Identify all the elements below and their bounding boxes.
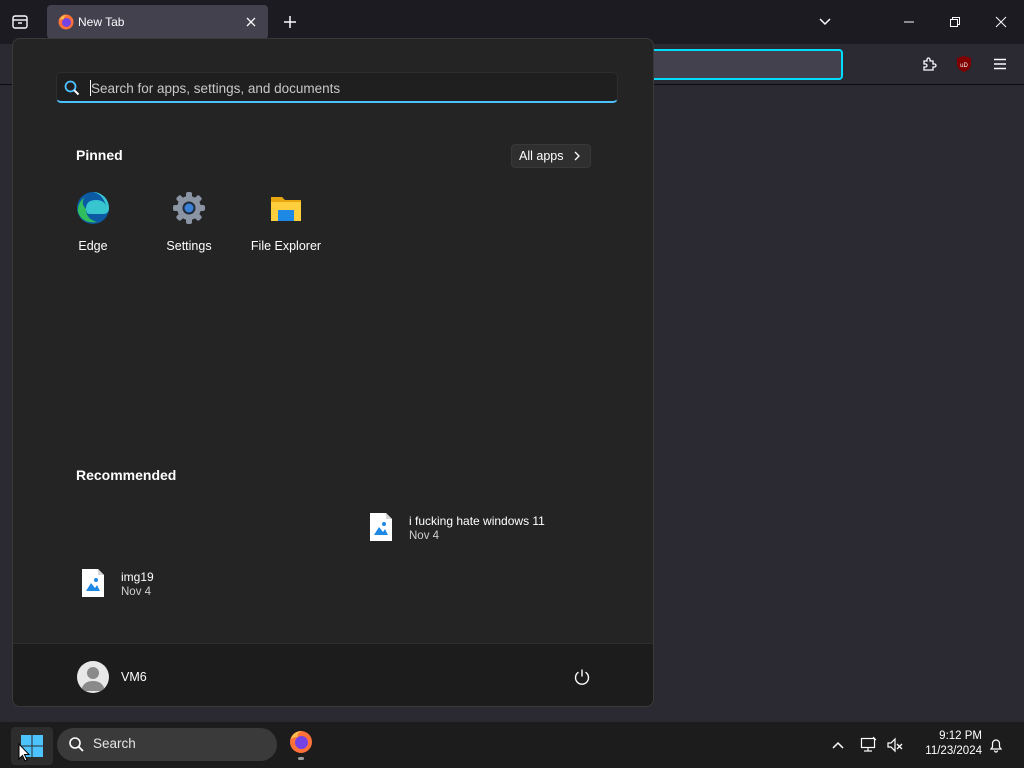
pinned-app-file-explorer[interactable]: File Explorer [241,189,331,259]
taskbar-app-firefox[interactable] [285,727,317,763]
notifications-button[interactable] [985,734,1007,756]
chevron-right-icon [574,151,580,161]
clock-date: 11/23/2024 [925,745,982,757]
all-apps-button[interactable]: All apps [511,144,591,168]
power-button[interactable] [570,665,594,689]
user-icon [81,667,105,691]
bell-icon [989,739,1003,753]
minimize-icon [904,21,914,23]
volume-button[interactable] [884,734,906,756]
list-all-tabs-button[interactable] [815,12,835,32]
firefox-icon [58,14,74,30]
chevron-down-icon [819,18,831,26]
pinned-heading: Pinned [76,147,123,163]
pinned-app-settings[interactable]: Settings [144,189,234,259]
close-icon [995,16,1007,28]
taskbar-search[interactable]: Search [57,728,277,761]
running-indicator [298,757,304,760]
pinned-app-label: File Explorer [250,239,322,253]
pinned-app-edge[interactable]: Edge [48,189,138,259]
firefox-view-button[interactable] [8,10,32,34]
start-search-input[interactable] [91,77,591,99]
firefox-view-icon [12,15,28,29]
hamburger-menu-icon [994,58,1006,70]
network-icon [860,736,877,752]
ublock-origin-button[interactable]: uD [952,52,976,76]
close-window-button[interactable] [989,10,1013,34]
extensions-button[interactable] [917,52,941,76]
recommended-item[interactable]: img19 Nov 4 [81,565,351,609]
ublock-label: uD [960,63,968,69]
close-icon [246,17,256,27]
pinned-app-label: Settings [166,239,212,253]
minimize-button[interactable] [897,10,921,34]
image-file-icon [82,569,104,597]
firefox-icon [290,731,312,753]
image-file-icon [370,513,392,541]
settings-gear-icon [173,192,205,224]
start-menu-footer: VM6 [13,643,653,706]
url-bar[interactable] [640,49,843,80]
recommended-item[interactable]: i fucking hate windows 11 Nov 4 [369,509,639,553]
recommended-item-time: Nov 4 [121,586,152,598]
all-apps-label: All apps [519,149,564,163]
recommended-item-name: img19 [121,570,154,584]
tab-title: New Tab [78,15,125,29]
recommended-item-name: i fucking hate windows 11 [409,514,545,528]
extensions-icon [923,57,937,71]
user-name[interactable]: VM6 [121,670,147,684]
start-search-box[interactable] [56,72,618,103]
plus-icon [284,16,296,28]
browser-tab[interactable]: New Tab [47,5,268,39]
recommended-item-time: Nov 4 [409,530,440,542]
taskbar: Search 9:12 PM 11/23/2024 [0,721,1024,768]
search-icon [64,80,80,96]
search-icon [69,737,84,752]
power-icon [574,669,590,685]
app-menu-button[interactable] [988,52,1012,76]
user-avatar[interactable] [77,661,109,693]
pinned-app-label: Edge [78,239,108,253]
restore-icon [950,17,960,27]
network-button[interactable] [858,734,880,756]
start-menu: Pinned All apps Edge Settings [12,38,654,707]
folder-icon [271,197,301,221]
show-hidden-icons-button[interactable] [827,734,849,756]
clock-time: 9:12 PM [939,730,982,742]
tab-close-button[interactable] [242,13,260,31]
taskbar-search-label: Search [93,736,136,751]
edge-icon [77,192,109,224]
restore-button[interactable] [943,10,967,34]
chevron-up-icon [832,741,844,749]
mouse-cursor-icon [18,743,30,762]
new-tab-button[interactable] [280,12,300,32]
volume-muted-icon [887,737,903,753]
taskbar-clock[interactable]: 9:12 PM 11/23/2024 [912,729,982,759]
recommended-heading: Recommended [76,467,177,483]
ublock-origin-icon: uD [957,56,971,72]
